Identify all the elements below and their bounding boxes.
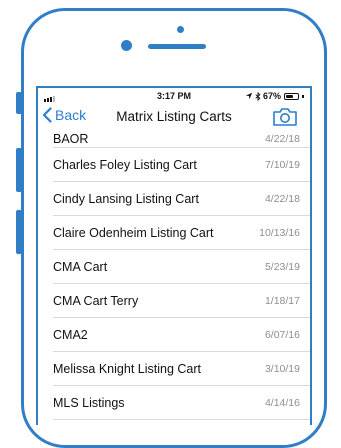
cart-date: 4/14/16 xyxy=(264,396,300,409)
location-arrow-icon xyxy=(245,92,253,100)
bluetooth-icon xyxy=(255,91,261,101)
cart-date: 10/13/16 xyxy=(259,226,300,239)
nav-bar: Back Matrix Listing Carts xyxy=(38,104,310,131)
list-item[interactable]: CMA Cart Terry 1/18/17 xyxy=(53,284,310,318)
cart-title: CMA2 xyxy=(53,327,88,342)
battery-icon xyxy=(284,92,299,100)
cart-date: 5/23/19 xyxy=(264,260,300,273)
list-item[interactable]: Claire Odenheim Listing Cart 10/13/16 xyxy=(53,216,310,250)
cart-title: Charles Foley Listing Cart xyxy=(53,157,197,172)
list-item[interactable]: MLS Listings 4/14/16 xyxy=(53,386,310,420)
cart-title: Melissa Knight Listing Cart xyxy=(53,361,201,376)
battery-fill xyxy=(286,94,293,98)
cart-title: Claire Odenheim Listing Cart xyxy=(53,225,214,240)
cart-list: BAOR 4/22/18 Charles Foley Listing Cart … xyxy=(38,131,310,420)
list-item[interactable]: BAOR 4/22/18 xyxy=(53,131,310,148)
camera-icon xyxy=(273,108,297,126)
cart-date: 7/10/19 xyxy=(264,158,300,171)
front-sensor xyxy=(177,26,184,33)
mute-switch xyxy=(16,92,22,114)
status-right: 67% xyxy=(245,91,304,101)
battery-cap xyxy=(302,94,304,98)
cart-title: CMA Cart Terry xyxy=(53,293,139,308)
page-title: Matrix Listing Carts xyxy=(116,109,232,124)
phone-screen: 3:17 PM 67% Back Matrix Listing Carts BA… xyxy=(36,86,312,425)
cart-date: 6/07/16 xyxy=(264,328,300,341)
list-item[interactable]: CMA Cart 5/23/19 xyxy=(53,250,310,284)
list-item[interactable]: Cindy Lansing Listing Cart 4/22/18 xyxy=(53,182,310,216)
volume-up-button xyxy=(16,148,22,192)
earpiece-speaker xyxy=(148,44,206,49)
cart-date: 3/10/19 xyxy=(264,362,300,375)
battery-percent: 67% xyxy=(262,91,281,101)
cart-date: 4/22/18 xyxy=(264,133,300,145)
cart-title: BAOR xyxy=(53,132,89,146)
cart-title: Cindy Lansing Listing Cart xyxy=(53,191,199,206)
cart-date: 1/18/17 xyxy=(264,294,300,307)
camera-button[interactable] xyxy=(272,106,298,132)
list-item[interactable]: CMA2 6/07/16 xyxy=(53,318,310,352)
list-item[interactable]: Melissa Knight Listing Cart 3/10/19 xyxy=(53,352,310,386)
list-item[interactable]: Charles Foley Listing Cart 7/10/19 xyxy=(53,148,310,182)
volume-down-button xyxy=(16,210,22,254)
cart-date: 4/22/18 xyxy=(264,192,300,205)
front-camera xyxy=(121,40,132,51)
status-bar: 3:17 PM 67% xyxy=(38,88,310,104)
cart-title: MLS Listings xyxy=(53,395,125,410)
cart-title: CMA Cart xyxy=(53,259,108,274)
